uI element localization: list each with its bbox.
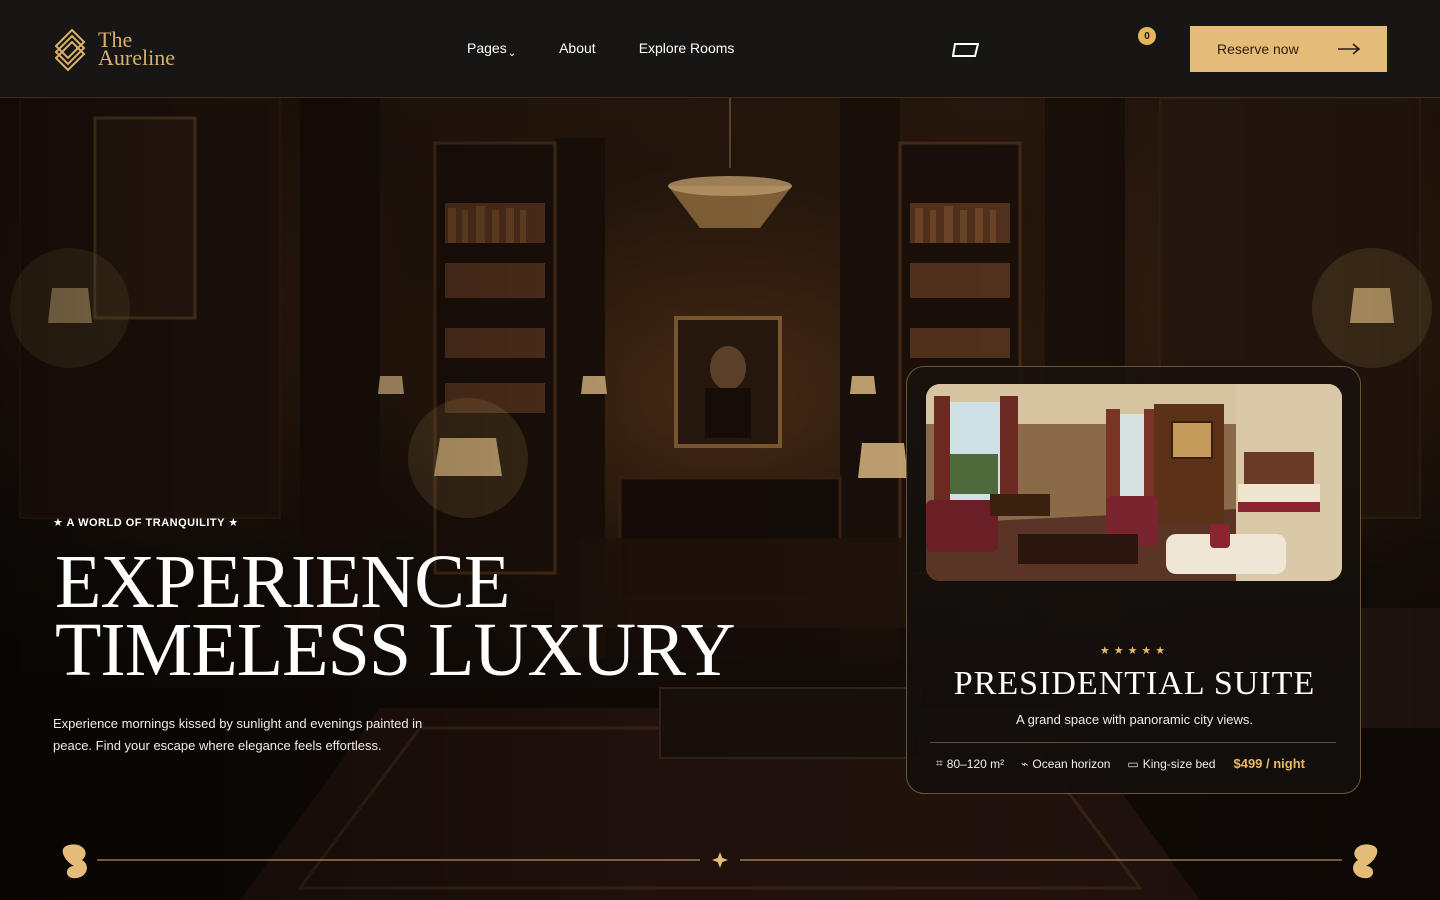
suite-room-image (926, 384, 1342, 581)
cart-icon[interactable] (952, 42, 979, 58)
hero-lead-text: Experience mornings kissed by sunlight a… (53, 716, 423, 753)
headline-line-1: EXPERIENCE (55, 540, 510, 624)
arrow-right-icon (1338, 43, 1361, 55)
main-nav: Pages⌄ About Explore Rooms (467, 40, 777, 59)
feature-area: ⌗ 80–120 m² (936, 756, 1005, 771)
suite-rating-stars: ★★★★★ (1099, 645, 1170, 657)
reserve-now-button[interactable]: Reserve now (1190, 26, 1387, 72)
suite-price: $499 / night (1233, 756, 1306, 771)
reserve-button-label: Reserve now (1217, 41, 1299, 57)
suite-title: PRESIDENTIAL SUITE (953, 665, 1316, 702)
suite-subtitle: A grand space with panoramic city views. (1016, 712, 1253, 727)
nav-item-explore-rooms[interactable]: Explore Rooms (639, 40, 735, 59)
hero-eyebrow: ★ A WORLD OF TRANQUILITY ★ (53, 517, 239, 529)
logo-mark-icon (54, 28, 86, 72)
feature-bed: ▭ King-size bed (1127, 756, 1216, 771)
headline-line-2: TIMELESS LUXURY (55, 608, 736, 692)
site-header: The Aureline Pages⌄ About Explore Rooms … (0, 0, 1440, 98)
suite-features: ⌗ 80–120 m² ⌁ Ocean horizon ▭ King-size … (936, 756, 1305, 771)
feature-view: ⌁ Ocean horizon (1021, 756, 1111, 771)
nav-item-about[interactable]: About (559, 40, 596, 59)
bed-icon: ▭ (1127, 756, 1139, 771)
suite-photo (926, 384, 1342, 581)
card-divider (930, 742, 1336, 743)
brand-line-2: Aureline (98, 45, 175, 70)
cart-count-badge: 0 (1138, 27, 1156, 45)
area-icon: ⌗ (936, 756, 943, 770)
decorative-divider (62, 844, 1378, 879)
wave-icon: ⌁ (1021, 756, 1029, 771)
brand-logo[interactable]: The Aureline (52, 24, 175, 74)
chevron-down-icon: ⌄ (507, 48, 517, 59)
suite-card[interactable]: ★★★★★ PRESIDENTIAL SUITE A grand space w… (906, 366, 1361, 794)
hero-headline: EXPERIENCE TIMELESS LUXURY (55, 540, 736, 692)
nav-item-pages[interactable]: Pages⌄ (467, 40, 516, 59)
